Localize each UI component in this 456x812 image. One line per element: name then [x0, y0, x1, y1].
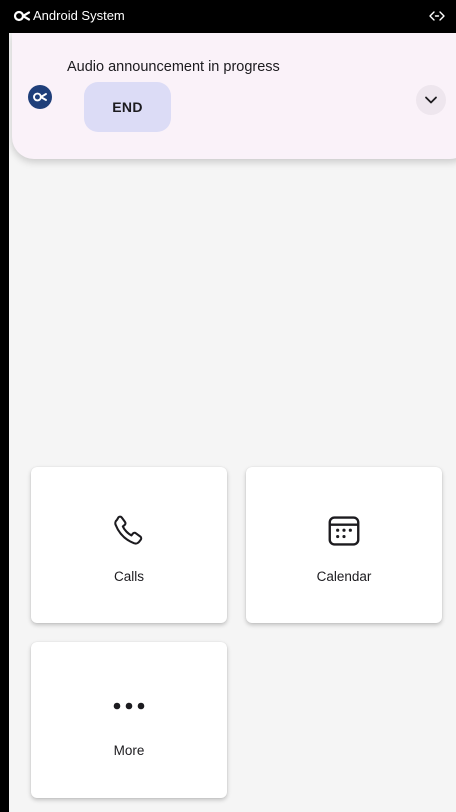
link-arrows-icon: [429, 11, 445, 21]
calendar-label: Calendar: [316, 569, 372, 584]
android-system-logo-icon: [33, 92, 47, 102]
more-dots-icon: [113, 702, 145, 710]
more-tile[interactable]: More: [31, 642, 227, 798]
notification-app-avatar: [28, 85, 52, 109]
more-label: More: [113, 743, 145, 758]
audio-announcement-notification[interactable]: Audio announcement in progress END: [12, 33, 456, 159]
calls-label: Calls: [113, 569, 144, 584]
home-screen: Android System Audio announcement in pro…: [9, 0, 456, 812]
calls-tile[interactable]: Calls: [31, 467, 227, 623]
status-bar: Android System: [9, 0, 456, 33]
expand-notification-button[interactable]: [416, 85, 446, 115]
notification-title: Audio announcement in progress: [67, 59, 280, 75]
phone-icon: [114, 515, 143, 545]
calendar-icon: [328, 516, 360, 546]
end-button[interactable]: END: [84, 82, 171, 132]
chevron-down-icon: [425, 96, 437, 104]
android-system-logo-icon: [13, 10, 31, 22]
calendar-tile[interactable]: Calendar: [246, 467, 442, 623]
status-app-name: Android System: [33, 8, 125, 23]
